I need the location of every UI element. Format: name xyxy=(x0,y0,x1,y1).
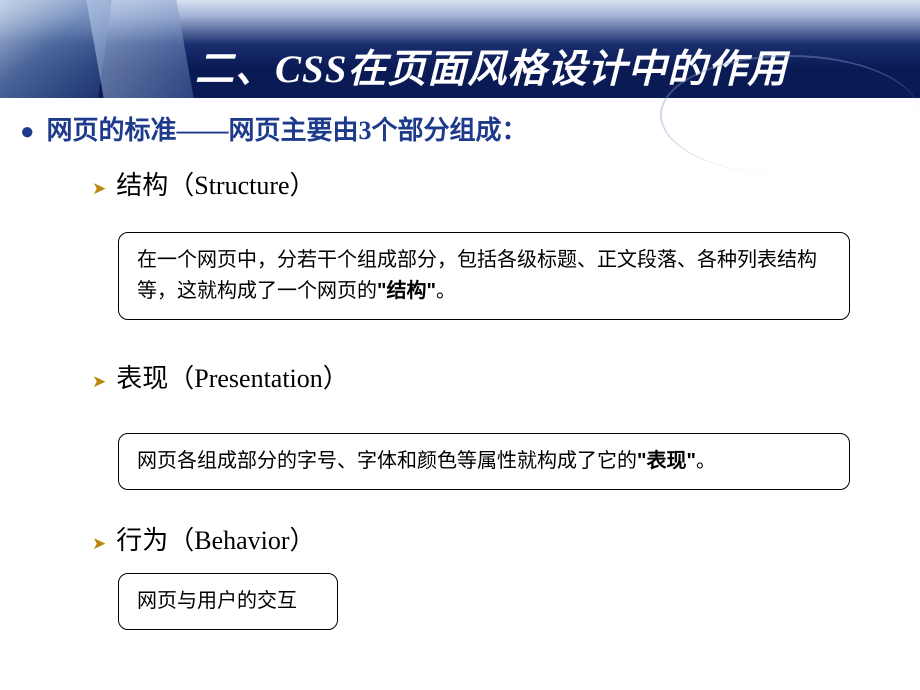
section-description-box: 网页与用户的交互 xyxy=(118,573,338,630)
section-description-box: 网页各组成部分的字号、字体和颜色等属性就构成了它的"表现"。 xyxy=(118,433,850,490)
section-heading: ➤ 结构（Structure） xyxy=(92,165,900,202)
section-tail: 。 xyxy=(696,450,716,472)
bullet-icon: ● xyxy=(20,120,35,144)
section-description-text: 在一个网页中，分若干个组成部分，包括各级标题、正文段落、各种列表结构等，这就构成… xyxy=(137,249,817,302)
section-description-text: 网页各组成部分的字号、字体和颜色等属性就构成了它的 xyxy=(137,450,637,472)
section-description-box: 在一个网页中，分若干个组成部分，包括各级标题、正文段落、各种列表结构等，这就构成… xyxy=(118,232,850,320)
section-emphasis: "表现" xyxy=(637,450,696,472)
arrow-icon: ➤ xyxy=(92,179,106,199)
section-behavior: ➤ 行为（Behavior） 网页与用户的交互 xyxy=(92,520,900,630)
section-description-text: 网页与用户的交互 xyxy=(137,590,297,612)
section-heading: ➤ 表现（Presentation） xyxy=(92,358,900,395)
section-structure: ➤ 结构（Structure） 在一个网页中，分若干个组成部分，包括各级标题、正… xyxy=(92,165,900,320)
section-tail: 。 xyxy=(436,280,456,302)
slide-content: ● 网页的标准——网页主要由3个部分组成： ➤ 结构（Structure） 在一… xyxy=(0,110,920,642)
main-point-text: 网页的标准——网页主要由3个部分组成： xyxy=(47,110,528,147)
section-heading-text: 表现（Presentation） xyxy=(116,358,349,395)
section-heading-text: 行为（Behavior） xyxy=(116,520,315,557)
section-heading: ➤ 行为（Behavior） xyxy=(92,520,900,557)
section-heading-text: 结构（Structure） xyxy=(116,165,315,202)
main-point: ● 网页的标准——网页主要由3个部分组成： xyxy=(20,110,900,147)
arrow-icon: ➤ xyxy=(92,372,106,392)
header-decoration-right xyxy=(86,0,193,98)
section-presentation: ➤ 表现（Presentation） 网页各组成部分的字号、字体和颜色等属性就构… xyxy=(92,358,900,490)
section-emphasis: "结构" xyxy=(377,280,436,302)
arrow-icon: ➤ xyxy=(92,534,106,554)
